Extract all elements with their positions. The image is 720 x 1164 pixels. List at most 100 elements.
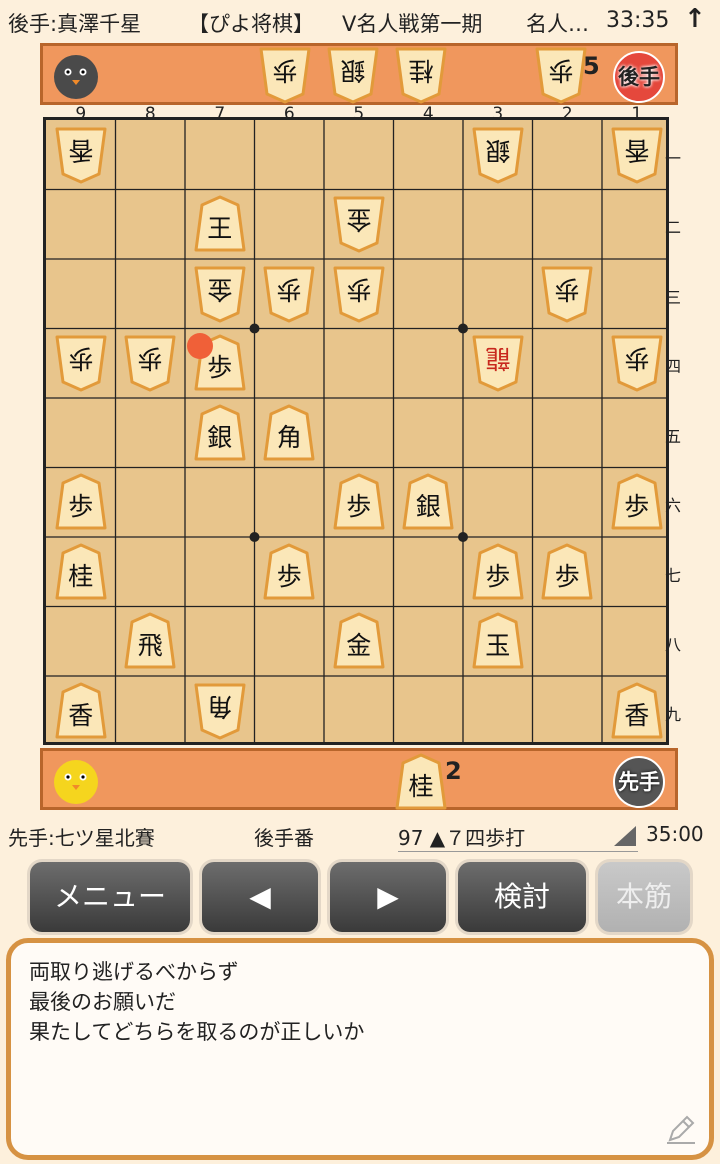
- sente-hand-area[interactable]: 桂 2 先手: [40, 748, 678, 810]
- comment-line: 両取り逃げるべからず: [29, 960, 239, 984]
- gote-hand-pawn-count: 5: [583, 52, 600, 80]
- board-piece[interactable]: 歩: [541, 543, 593, 601]
- gote-hand-piece[interactable]: 銀: [327, 46, 379, 104]
- edit-pencil-icon[interactable]: [664, 1112, 698, 1146]
- piece-label: 歩: [485, 561, 511, 591]
- top-bar: 後手:真澤千星 【ぴよ将棋】 V名人戦第一期 名人… 33:35 ↑: [0, 0, 720, 42]
- board-piece[interactable]: 香: [55, 126, 107, 184]
- board-piece[interactable]: 歩: [611, 473, 663, 531]
- board-piece[interactable]: 歩: [472, 543, 524, 601]
- board-piece[interactable]: 王: [194, 195, 246, 253]
- board-piece[interactable]: 桂: [55, 543, 107, 601]
- piece-label: 金: [346, 631, 372, 661]
- piece-label: 歩: [68, 492, 94, 522]
- board-piece[interactable]: 歩: [124, 334, 176, 392]
- row-number: 七: [664, 565, 681, 585]
- piece-label: 歩: [346, 274, 372, 304]
- piece-label: 桂: [408, 772, 434, 801]
- sente-avatar: [51, 755, 101, 805]
- piece-label: 飛: [137, 631, 163, 661]
- piece-label: 歩: [346, 492, 372, 522]
- move-dropdown-icon[interactable]: [614, 826, 636, 846]
- board-piece[interactable]: 玉: [472, 612, 524, 670]
- mainline-button[interactable]: 本筋: [598, 862, 690, 932]
- piece-label: 桂: [68, 561, 94, 591]
- piece-label: 銀: [207, 422, 233, 452]
- row-number: 六: [664, 496, 681, 516]
- piece-label: 歩: [276, 561, 302, 591]
- board-piece[interactable]: 歩: [55, 473, 107, 531]
- event-title: V名人戦第一期: [342, 12, 483, 36]
- sente-hand-knight-count: 2: [445, 757, 462, 785]
- piece-label: 歩: [624, 344, 650, 374]
- gote-hand-piece[interactable]: 歩: [259, 46, 311, 104]
- board-piece[interactable]: 歩: [263, 265, 315, 323]
- board-piece[interactable]: 香: [611, 126, 663, 184]
- board-piece[interactable]: 金: [333, 195, 385, 253]
- gote-hand-piece[interactable]: 歩: [535, 46, 587, 104]
- row-number: 三: [664, 287, 681, 307]
- piece-label: 香: [68, 700, 94, 730]
- analyze-button[interactable]: 検討: [458, 862, 586, 932]
- board-piece[interactable]: 角: [263, 404, 315, 462]
- piece-label: 歩: [68, 344, 94, 374]
- row-number: 八: [664, 635, 681, 655]
- flip-up-arrow-icon[interactable]: ↑: [684, 4, 706, 34]
- piece-label: 歩: [272, 56, 298, 85]
- piece-label: 香: [624, 135, 650, 165]
- board-piece[interactable]: 歩: [611, 334, 663, 392]
- prev-move-button[interactable]: ◀: [202, 862, 318, 932]
- board-piece[interactable]: 銀: [194, 404, 246, 462]
- comment-line: 果たしてどちらを取るのが正しいか: [29, 1020, 365, 1044]
- board-piece[interactable]: 銀: [472, 126, 524, 184]
- piece-label: 銀: [415, 492, 441, 522]
- piece-label: 歩: [137, 344, 163, 374]
- piece-label: 歩: [624, 492, 650, 522]
- sente-player-name: 先手:七ツ星北賽: [8, 826, 155, 850]
- gote-hand-area[interactable]: 歩 銀 桂 歩 5 後手: [40, 43, 678, 105]
- sente-clock: 35:00: [646, 822, 704, 846]
- next-move-button[interactable]: ▶: [330, 862, 446, 932]
- gote-badge: 後手: [613, 51, 665, 103]
- piece-label: 香: [68, 135, 94, 165]
- board-piece[interactable]: 金: [194, 265, 246, 323]
- event-title-tail: 名人…: [526, 12, 589, 36]
- menu-button[interactable]: メニュー: [30, 862, 190, 932]
- board-piece[interactable]: 歩: [263, 543, 315, 601]
- row-number: 四: [664, 357, 681, 377]
- board-piece[interactable]: 銀: [402, 473, 454, 531]
- last-move-marker: [187, 332, 213, 359]
- board-piece[interactable]: 歩: [55, 334, 107, 392]
- turn-indicator: 後手番: [254, 826, 314, 850]
- move-selector[interactable]: 97 ▲７四歩打: [398, 822, 638, 852]
- board-piece[interactable]: 香: [611, 682, 663, 740]
- board-piece[interactable]: 歩: [333, 473, 385, 531]
- board-piece[interactable]: 歩: [333, 265, 385, 323]
- sente-hand-piece[interactable]: 桂: [395, 753, 447, 811]
- piece-label: 歩: [554, 561, 580, 591]
- piece-label: 歩: [554, 274, 580, 304]
- board-piece[interactable]: 香: [55, 682, 107, 740]
- current-move: 97 ▲７四歩打: [398, 826, 526, 850]
- piece-label: 王: [207, 214, 233, 244]
- piece-label: 金: [207, 274, 233, 304]
- row-number: 九: [664, 704, 681, 724]
- board-piece[interactable]: 飛: [124, 612, 176, 670]
- piece-label: 銀: [340, 56, 366, 85]
- row-number: 一: [664, 148, 681, 168]
- piece-label: 桂: [408, 56, 434, 85]
- gote-hand-piece[interactable]: 桂: [395, 46, 447, 104]
- board-piece[interactable]: 龍: [472, 334, 524, 392]
- piece-label: 龍: [485, 344, 511, 374]
- piece-label: 歩: [276, 274, 302, 304]
- comment-line: 最後のお願いだ: [29, 990, 176, 1014]
- app-title: 【ぴよ将棋】: [188, 12, 314, 36]
- board-piece[interactable]: 角: [194, 682, 246, 740]
- comment-box[interactable]: 両取り逃げるべからず 最後のお願いだ 果たしてどちらを取るのが正しいか: [6, 938, 714, 1160]
- piece-label: 銀: [485, 135, 511, 165]
- shogi-board[interactable]: 香銀香王金金歩歩歩歩歩歩龍歩銀角歩歩銀歩桂歩歩歩飛金玉香角香: [43, 117, 669, 745]
- board-piece[interactable]: 歩: [541, 265, 593, 323]
- piece-label: 金: [346, 205, 372, 235]
- piece-label: 香: [624, 700, 650, 730]
- board-piece[interactable]: 金: [333, 612, 385, 670]
